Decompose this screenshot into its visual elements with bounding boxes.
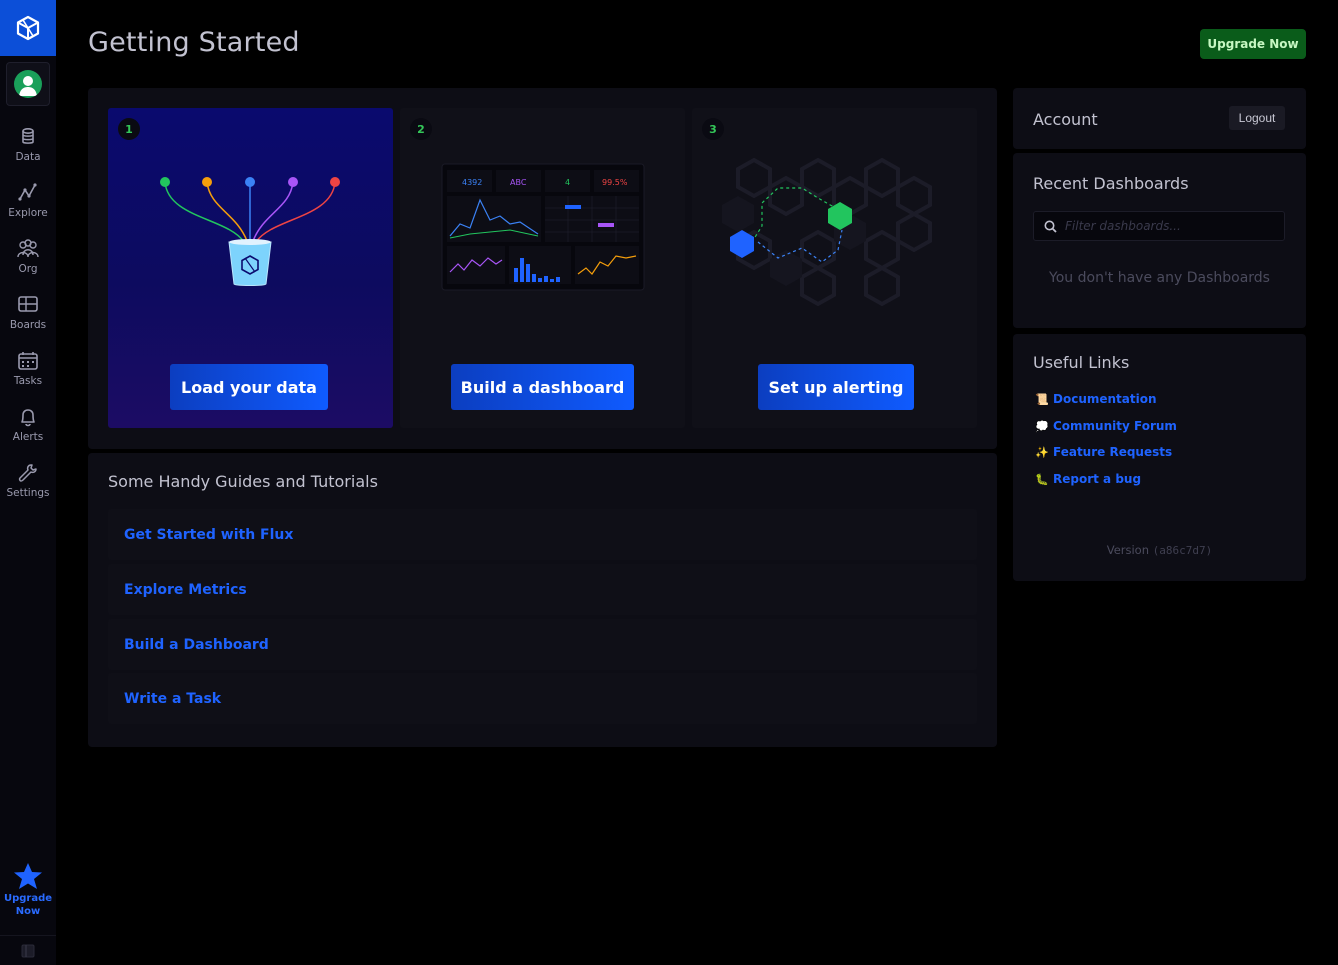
sidebar: Data Explore Org Boards Tasks Alerts Set… [0,0,56,965]
user-avatar-button[interactable] [6,62,50,106]
avatar [14,70,42,98]
influxdb-logo[interactable] [0,0,56,56]
user-icon [19,76,37,96]
alerting-illustration [722,157,932,307]
scroll-icon: 📜 [1035,392,1049,406]
star-icon [14,863,42,889]
stat-value: 4392 [462,178,482,187]
guide-link-write-task[interactable]: Write a Task [108,673,977,724]
dashboard-illustration: 4392 ABC 4 99.5% [441,163,645,291]
logout-button[interactable]: Logout [1229,106,1285,130]
database-icon [22,127,34,144]
dashboards-icon [18,296,38,312]
build-a-dashboard-button[interactable]: Build a dashboard [451,364,634,410]
step-card-setup-alerting: 3 Set up alerting [692,108,977,428]
step-card-load-data: 1 Load your data [108,108,393,428]
page-title: Getting Started [88,27,300,58]
step-card-build-dashboard: 4392 ABC 4 99.5% 2 Build a dashboard [400,108,685,428]
sidebar-item-label: Boards [9,319,47,331]
sidebar-item-label: Settings [6,487,50,499]
guides-title: Some Handy Guides and Tutorials [108,472,378,491]
useful-links-title: Useful Links [1033,353,1130,372]
stat-value: ABC [510,178,527,187]
sidebar-item-settings[interactable]: Settings [0,460,56,516]
link-report-bug[interactable]: 🐛 Report a bug [1035,472,1141,486]
bug-icon: 🐛 [1035,472,1049,486]
load-your-data-button[interactable]: Load your data [170,364,328,410]
getting-started-steps: 1 Load your data 4392 ABC 4 99.5% 2 Buil… [88,88,997,449]
sidebar-item-explore[interactable]: Explore [0,180,56,236]
sidebar-item-label: Org [18,263,38,275]
collapse-icon [21,944,35,957]
wrench-icon [18,464,37,482]
upgrade-now-button[interactable]: Upgrade Now [1200,29,1306,59]
dashboard-search-input[interactable] [1065,219,1275,233]
calendar-icon [18,352,38,370]
useful-links-panel: Useful Links 📜 Documentation 💭 Community… [1013,334,1306,581]
sparkles-icon: ✨ [1035,445,1049,459]
sidebar-item-label: Data [15,151,41,163]
sidebar-item-label: Tasks [13,375,43,387]
guides-panel: Some Handy Guides and Tutorials Get Star… [88,453,997,747]
thought-bubble-icon: 💭 [1035,419,1049,433]
step-number: 1 [118,118,140,140]
dashboard-search [1033,211,1285,241]
load-data-illustration [160,177,340,286]
sidebar-item-data[interactable]: Data [0,124,56,180]
set-up-alerting-button[interactable]: Set up alerting [758,364,914,410]
influxdb-logo-icon [16,15,40,41]
sidebar-item-boards[interactable]: Boards [0,292,56,348]
sidebar-upgrade-button[interactable]: Upgrade Now [0,862,56,922]
account-panel: Account Logout [1013,88,1306,149]
stat-value: 4 [565,178,570,187]
version-info: Version (a86c7d7) [1106,543,1213,557]
search-icon [1044,220,1057,233]
bell-icon [21,409,35,427]
users-icon [17,239,39,258]
guide-link-flux[interactable]: Get Started with Flux [108,509,977,560]
stat-value: 99.5% [602,178,628,187]
sidebar-item-alerts[interactable]: Alerts [0,404,56,460]
graph-icon [18,183,37,201]
guide-link-explore-metrics[interactable]: Explore Metrics [108,564,977,615]
collapse-sidebar-button[interactable] [0,935,56,965]
link-documentation[interactable]: 📜 Documentation [1035,392,1156,406]
sidebar-item-label: Alerts [12,431,44,443]
sidebar-item-tasks[interactable]: Tasks [0,348,56,404]
step-number: 2 [410,118,432,140]
empty-dashboards-text: You don't have any Dashboards [1049,270,1270,286]
version-hash: (a86c7d7) [1152,544,1213,557]
sidebar-item-label: Explore [8,207,48,219]
step-number: 3 [702,118,724,140]
link-feature-requests[interactable]: ✨ Feature Requests [1035,445,1172,459]
link-community-forum[interactable]: 💭 Community Forum [1035,419,1177,433]
sidebar-item-org[interactable]: Org [0,236,56,292]
recent-dashboards-title: Recent Dashboards [1033,174,1189,193]
account-title: Account [1033,110,1098,129]
guide-link-build-dashboard[interactable]: Build a Dashboard [108,619,977,670]
recent-dashboards-panel: Recent Dashboards You don't have any Das… [1013,153,1306,328]
upgrade-label: Upgrade Now [3,893,53,917]
